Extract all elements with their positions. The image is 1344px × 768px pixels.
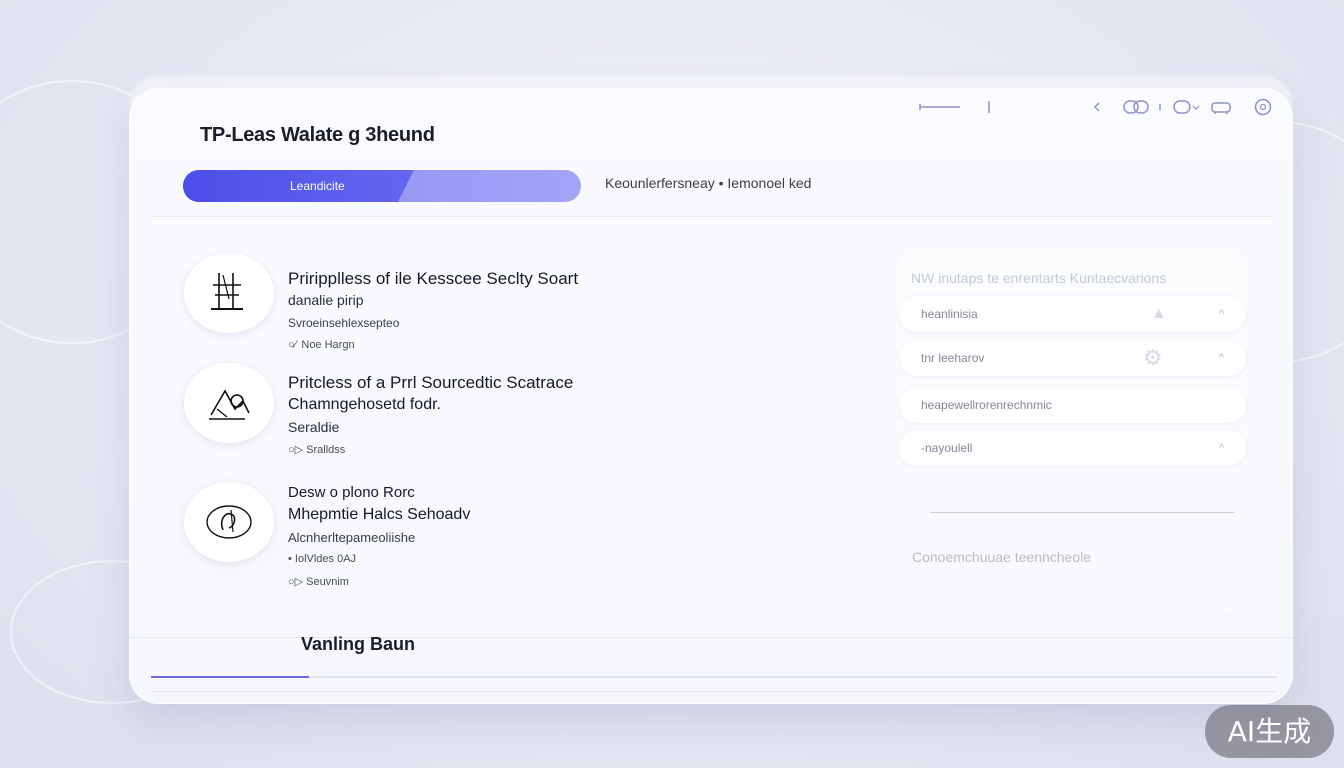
course-progress-label: Leandicite <box>290 179 345 193</box>
chevron-up-icon[interactable]: ^ <box>1219 430 1224 466</box>
header-divider <box>152 216 1272 217</box>
side-row-label: tnr leeharov <box>921 351 985 365</box>
chevron-up-icon[interactable]: ^ <box>1219 296 1224 332</box>
course-subtitle: Chamngehosetd fodr. <box>288 396 441 413</box>
side-panel-footer: Conoemchuuae teenncheole <box>912 549 1092 565</box>
status-text: Keounlerfersneay • Iemonoel ked <box>605 175 812 191</box>
dot-icon <box>1157 96 1163 124</box>
side-row[interactable]: heapewellrorenrechnmic <box>899 387 1246 423</box>
side-panel-heading: NW inutaps te enrentarts Kuntaecvarions <box>911 270 1167 286</box>
arrow-up-icon: ▲ <box>1151 305 1167 322</box>
link-icon[interactable] <box>1122 96 1150 124</box>
course-subtitle: Mhepmtie Halcs Sehoadv <box>288 506 471 523</box>
section-progress-track[interactable] <box>151 676 1277 678</box>
course-title[interactable]: Priripplless of ile Kesscee Seclty Soart <box>288 269 578 289</box>
bottom-divider <box>151 691 1277 692</box>
page-title: TP-Leas Walate g 3heund <box>200 124 435 146</box>
tools-icon <box>184 363 274 443</box>
gear-icon: ⚙ <box>1143 345 1163 370</box>
course-subtitle: danalie pirip <box>288 292 364 308</box>
side-row[interactable]: heanlinisia ▲ ^ <box>899 296 1246 332</box>
chevron-left-icon[interactable] <box>1092 96 1102 124</box>
divider-icon <box>987 96 991 124</box>
course-extra: • IolVldes 0AJ <box>288 553 357 565</box>
side-row-label: heanlinisia <box>921 307 978 321</box>
course-title[interactable]: Pritcless of a Prrl Sourcedtic Scatrace <box>288 373 573 393</box>
course-detail: Seraldie <box>288 419 340 435</box>
tower-icon <box>184 253 274 333</box>
help-icon[interactable] <box>1253 96 1273 124</box>
minus-line-icon[interactable] <box>918 96 962 124</box>
course-detail: Alcnherltepameoliishe <box>288 530 416 545</box>
badge-icon <box>184 482 274 562</box>
course-title[interactable]: Desw o plono Rorc <box>288 484 415 501</box>
side-row-label: heapewellrorenrechnmic <box>921 398 1052 412</box>
section-progress-fill <box>151 676 309 678</box>
ai-generated-badge: AI生成 <box>1205 705 1334 758</box>
link-icon[interactable] <box>1172 96 1202 124</box>
course-meta: ○⁄ Noe Hargn <box>288 339 355 351</box>
section-title: Vanling Baun <box>301 634 416 654</box>
car-icon[interactable] <box>1210 96 1232 124</box>
side-row-label: -nayoulell <box>921 441 973 455</box>
side-row[interactable]: -nayoulell ^ <box>899 430 1246 466</box>
side-panel-divider <box>930 512 1234 513</box>
course-progress-bar[interactable]: Leandicite <box>183 170 581 202</box>
course-meta: ○▷ Seuvnim <box>288 576 349 588</box>
course-meta: ○▷ Sralldss <box>288 444 346 456</box>
side-row[interactable]: tnr leeharov ⚙ ^ <box>899 340 1246 376</box>
course-detail: Svroeinsehlexsepteo <box>288 316 400 330</box>
chevron-up-icon[interactable]: ^ <box>1219 340 1224 376</box>
